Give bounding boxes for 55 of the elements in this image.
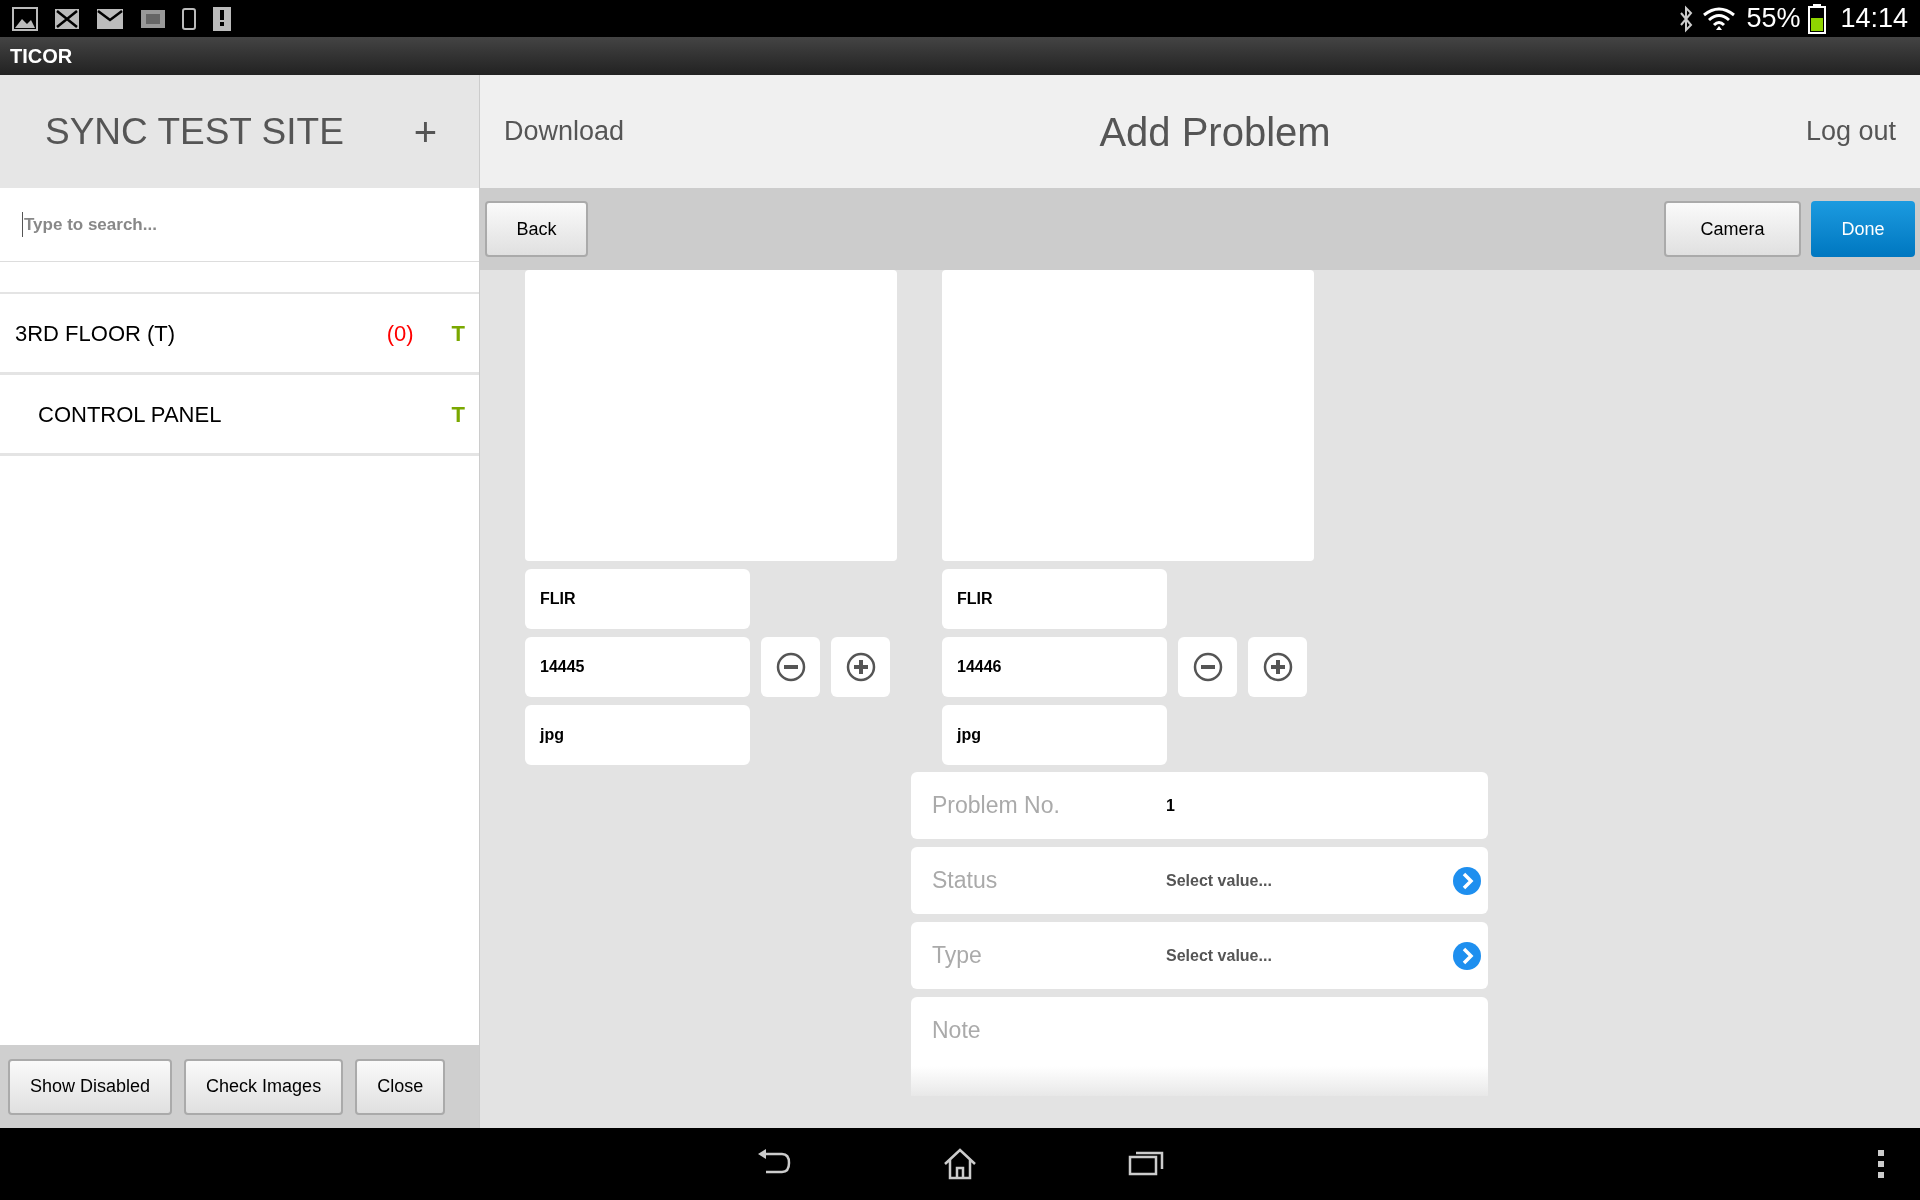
back-button[interactable]: Back bbox=[485, 201, 588, 257]
envelope-icon bbox=[96, 7, 124, 30]
field-label: Type bbox=[932, 941, 983, 971]
tree-item[interactable]: 3RD FLOOR (T) (0) T bbox=[0, 294, 479, 375]
sd-card-alert-icon bbox=[212, 5, 232, 32]
field-value: Select value... bbox=[1166, 945, 1272, 966]
sidebar-button[interactable]: Close bbox=[355, 1058, 446, 1115]
site-title: SYNC TEST SITE bbox=[45, 109, 344, 154]
app-title: TICOR bbox=[10, 44, 73, 69]
chevron-circle-icon bbox=[1452, 865, 1482, 896]
format-field[interactable]: jpg bbox=[942, 705, 1167, 765]
sidebar-button[interactable]: Show Disabled bbox=[8, 1058, 173, 1115]
note-label: Note bbox=[932, 1017, 981, 1043]
bluetooth-icon bbox=[1678, 4, 1695, 33]
clock: 14:14 bbox=[1840, 2, 1908, 36]
format-field[interactable]: jpg bbox=[525, 705, 750, 765]
picture-icon bbox=[12, 6, 38, 31]
field-label: Problem No. bbox=[932, 791, 1061, 821]
field-label: Status bbox=[932, 866, 999, 896]
item-label: 3RD FLOOR (T) bbox=[15, 319, 176, 348]
select-field[interactable]: Type Select value... bbox=[911, 922, 1488, 989]
logout-link[interactable]: Log out bbox=[1805, 111, 1896, 152]
envelope-cross-icon bbox=[54, 7, 80, 30]
card-icon bbox=[140, 8, 166, 29]
minus-icon[interactable] bbox=[1178, 637, 1237, 697]
number-field[interactable]: 14446 bbox=[942, 637, 1167, 697]
add-button[interactable]: + bbox=[413, 111, 437, 152]
problem-count: (0) bbox=[386, 319, 414, 348]
search-field[interactable]: Type to search... bbox=[22, 211, 457, 238]
battery-icon bbox=[1808, 3, 1827, 34]
tree-item[interactable]: CONTROL PANEL T bbox=[0, 375, 479, 456]
plus-icon[interactable] bbox=[1248, 637, 1307, 697]
item-label: CONTROL PANEL bbox=[38, 400, 222, 429]
home-icon[interactable] bbox=[942, 1148, 978, 1180]
input-field[interactable]: Problem No. 1 bbox=[911, 772, 1488, 839]
source-field[interactable]: FLIR bbox=[942, 569, 1167, 629]
sidebar-button[interactable]: Check Images bbox=[184, 1058, 344, 1115]
plus-icon[interactable] bbox=[831, 637, 890, 697]
field-value: 1 bbox=[1166, 795, 1175, 816]
status-letter: T bbox=[451, 400, 465, 429]
done-button[interactable]: Done bbox=[1811, 201, 1915, 257]
minus-icon[interactable] bbox=[761, 637, 820, 697]
number-field[interactable]: 14445 bbox=[525, 637, 750, 697]
select-field[interactable]: Status Select value... bbox=[911, 847, 1488, 914]
overflow-menu-icon[interactable] bbox=[1877, 1149, 1885, 1179]
toolbar-button[interactable]: Camera bbox=[1664, 201, 1801, 257]
page-title: Add Problem bbox=[1099, 108, 1331, 156]
battery-percentage: 55% bbox=[1746, 2, 1801, 36]
status-letter: T bbox=[451, 319, 465, 348]
download-link[interactable]: Download bbox=[504, 111, 625, 152]
field-value: Select value... bbox=[1166, 870, 1272, 891]
chevron-circle-icon bbox=[1452, 940, 1482, 971]
phone-icon bbox=[182, 7, 196, 30]
back-icon[interactable] bbox=[756, 1148, 792, 1176]
source-field[interactable]: FLIR bbox=[525, 569, 750, 629]
